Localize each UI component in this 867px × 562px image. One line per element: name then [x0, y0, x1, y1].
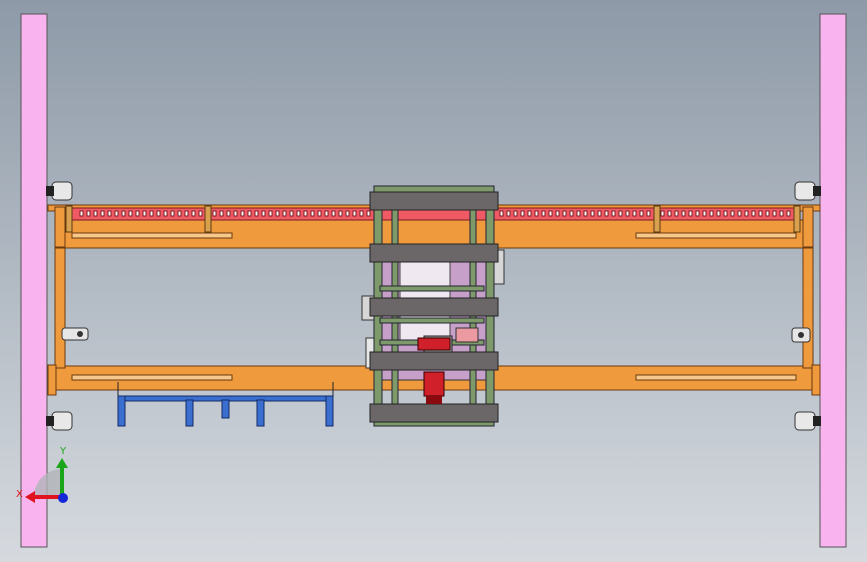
cad-viewport[interactable]: X Y: [0, 0, 867, 562]
right-rail: [819, 13, 847, 548]
left-rail: [20, 13, 48, 548]
x-axis-label: X: [16, 489, 23, 500]
right-limit-sensor: [791, 327, 811, 343]
y-axis-label: Y: [59, 446, 67, 457]
left-limit-sensor: [61, 327, 89, 341]
cad-model-drawing: X Y: [0, 0, 867, 562]
